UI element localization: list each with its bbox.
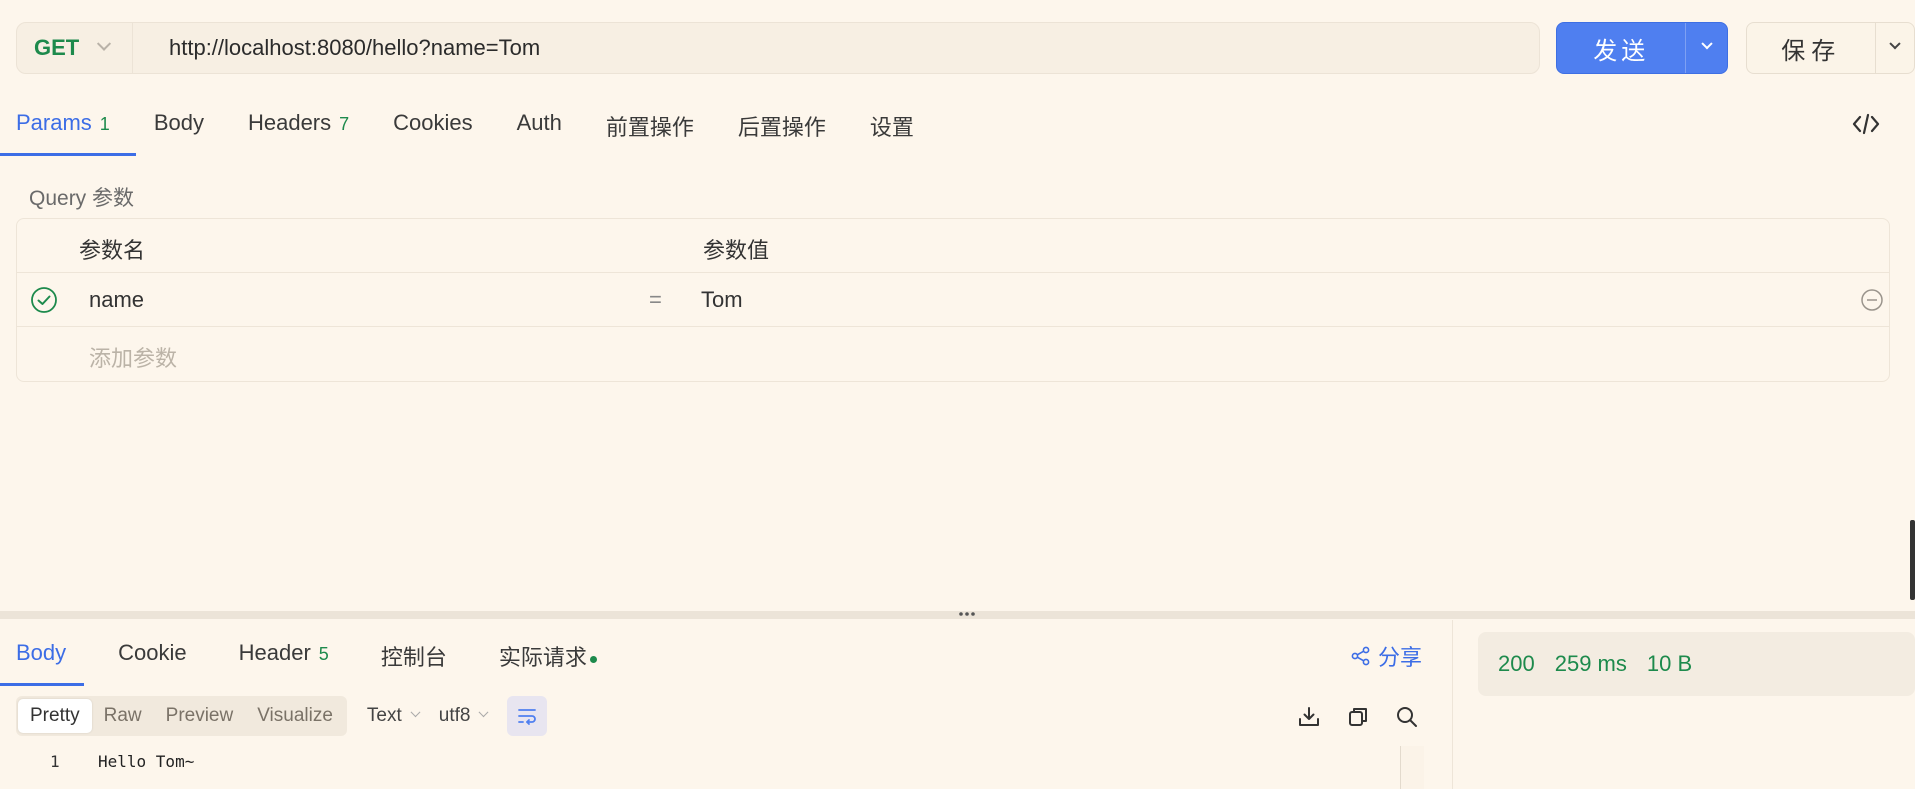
- drag-handle-icon[interactable]: [957, 610, 977, 618]
- request-tabs: Params 1 Body Headers 7 Cookies Auth 前置操作 …: [0, 104, 958, 156]
- tab-label: 设置: [869, 115, 914, 140]
- word-wrap-button[interactable]: [507, 696, 548, 736]
- table-header-row: 参数名 参数值: [17, 219, 1889, 273]
- response-toolbar: Pretty Raw Preview Visualize Text utf8: [16, 696, 548, 736]
- tab-label: Params: [16, 110, 92, 135]
- encoding-label: utf8: [438, 705, 471, 726]
- chevron-down-icon: [410, 706, 421, 717]
- method-label: GET: [34, 35, 80, 60]
- save-button[interactable]: 保存: [1747, 23, 1875, 73]
- share-button[interactable]: 分享: [1350, 640, 1422, 672]
- check-circle-icon[interactable]: [30, 286, 58, 314]
- url-bar: GET: [16, 22, 1540, 74]
- tab-badge: 5: [318, 644, 329, 664]
- send-button-group: 发送: [1556, 22, 1728, 74]
- url-input[interactable]: [133, 23, 1539, 73]
- editor-scrollbar[interactable]: [1400, 746, 1424, 789]
- param-value[interactable]: Tom: [701, 287, 743, 313]
- code-icon[interactable]: [1852, 110, 1880, 138]
- view-visualize[interactable]: Visualize: [245, 699, 345, 733]
- equals-sign: =: [649, 287, 662, 312]
- encoding-select[interactable]: utf8: [438, 705, 489, 727]
- add-param-placeholder[interactable]: 添加参数: [89, 341, 177, 373]
- format-select[interactable]: Text: [366, 705, 421, 727]
- save-dropdown-button[interactable]: [1875, 23, 1914, 73]
- response-tabs: Body Cookie Header 5 控制台 实际请求: [0, 636, 649, 686]
- tab-cookies[interactable]: Cookies: [393, 104, 472, 156]
- param-key[interactable]: name: [89, 287, 144, 313]
- send-dropdown-button[interactable]: [1685, 23, 1727, 73]
- chevron-down-icon: [479, 706, 489, 717]
- response-body-editor[interactable]: 1 Hello Tom~: [16, 746, 1424, 789]
- tab-badge: 7: [339, 114, 350, 134]
- tab-badge: 1: [99, 114, 110, 134]
- tab-response-body[interactable]: Body: [0, 636, 85, 686]
- tab-response-header[interactable]: Header 5: [239, 636, 329, 686]
- search-icon[interactable]: [1394, 704, 1420, 730]
- status-code: 200: [1498, 651, 1535, 676]
- send-button[interactable]: 发送: [1557, 23, 1685, 73]
- tab-label: Header: [238, 640, 311, 665]
- chevron-down-icon: [1889, 38, 1901, 50]
- tab-post-processors[interactable]: 后置操作: [738, 104, 826, 156]
- download-icon[interactable]: [1296, 704, 1322, 730]
- tab-label: Cookies: [393, 110, 473, 135]
- scrollbar[interactable]: [1910, 520, 1915, 600]
- tab-label: Cookie: [118, 640, 187, 665]
- tab-label: Auth: [516, 110, 562, 135]
- tab-headers[interactable]: Headers 7: [248, 104, 349, 156]
- tab-actual-request[interactable]: 实际请求: [499, 636, 597, 686]
- tab-label: 实际请求: [498, 645, 587, 670]
- save-button-group: 保存: [1746, 22, 1915, 74]
- add-param-row[interactable]: 添加参数: [17, 327, 1889, 381]
- table-row: name = Tom: [17, 273, 1889, 327]
- remove-circle-icon[interactable]: [1860, 288, 1884, 312]
- query-section-label: Query 参数: [29, 187, 135, 210]
- tab-label: Body: [153, 110, 204, 135]
- format-label: Text: [366, 705, 402, 726]
- copy-icon[interactable]: [1345, 704, 1371, 730]
- share-icon: [1351, 646, 1370, 666]
- panel-divider: [1452, 620, 1453, 789]
- query-params-table: 参数名 参数值 name = Tom 添加参数: [16, 218, 1890, 382]
- response-time: 259 ms: [1554, 651, 1627, 676]
- response-size: 10 B: [1646, 651, 1693, 676]
- tab-label: 后置操作: [737, 115, 826, 140]
- tab-auth[interactable]: Auth: [517, 104, 562, 156]
- tab-label: Body: [16, 640, 67, 665]
- chevron-down-icon: [1701, 38, 1713, 50]
- chevron-down-icon: [97, 36, 112, 51]
- tab-settings[interactable]: 设置: [870, 104, 914, 156]
- tab-console[interactable]: 控制台: [381, 636, 447, 686]
- tab-response-cookie[interactable]: Cookie: [118, 636, 186, 686]
- tab-body[interactable]: Body: [154, 104, 204, 156]
- view-raw[interactable]: Raw: [92, 699, 154, 733]
- word-wrap-icon: [518, 709, 537, 725]
- view-preview[interactable]: Preview: [154, 699, 246, 733]
- tab-pre-processors[interactable]: 前置操作: [606, 104, 694, 156]
- method-select[interactable]: GET: [17, 23, 133, 73]
- tab-label: Headers: [247, 110, 332, 135]
- tab-params[interactable]: Params 1: [0, 104, 136, 156]
- line-number: 1: [50, 752, 60, 771]
- view-mode-group: Pretty Raw Preview Visualize: [16, 696, 347, 736]
- view-pretty[interactable]: Pretty: [18, 699, 92, 733]
- column-header-value: 参数值: [703, 238, 770, 263]
- code-line: Hello Tom~: [98, 752, 195, 771]
- share-label: 分享: [1378, 645, 1423, 670]
- tab-label: 前置操作: [605, 115, 694, 140]
- status-dot: [589, 655, 597, 663]
- tab-label: 控制台: [380, 645, 447, 670]
- response-status-bar: 200 259 ms 10 B: [1478, 632, 1915, 696]
- column-header-key: 参数名: [79, 238, 146, 263]
